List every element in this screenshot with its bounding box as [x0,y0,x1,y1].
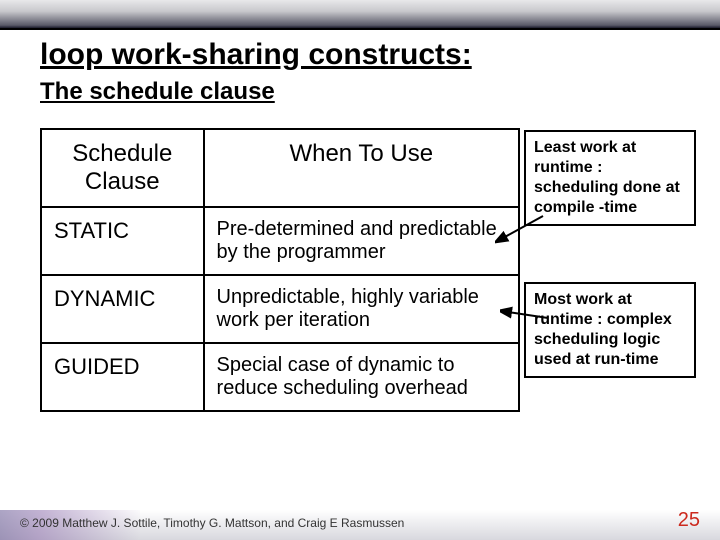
cell-clause-dynamic: DYNAMIC [41,275,204,343]
header-when-to-use: When To Use [204,129,519,207]
header-schedule-clause: Schedule Clause [41,129,204,207]
cell-clause-guided: GUIDED [41,343,204,411]
cell-use-static: Pre-determined and predictable by the pr… [204,207,519,275]
schedule-table: Schedule Clause When To Use STATIC Pre-d… [40,128,520,412]
table-row: DYNAMIC Unpredictable, highly variable w… [41,275,519,343]
callout-box-most-work: Most work at runtime : complex schedulin… [524,282,696,378]
footer-copyright: © 2009 Matthew J. Sottile, Timothy G. Ma… [20,516,404,530]
table-row: GUIDED Special case of dynamic to reduce… [41,343,519,411]
slide-title: loop work-sharing constructs: [40,38,472,72]
page-number: 25 [678,509,700,532]
slide-subtitle: The schedule clause [40,78,275,106]
callout-box-least-work: Least work at runtime : scheduling done … [524,130,696,226]
cell-clause-static: STATIC [41,207,204,275]
top-decoration-bar [0,0,720,28]
cell-use-dynamic: Unpredictable, highly variable work per … [204,275,519,343]
schedule-table-container: Schedule Clause When To Use STATIC Pre-d… [40,128,520,412]
cell-use-guided: Special case of dynamic to reduce schedu… [204,343,519,411]
table-header-row: Schedule Clause When To Use [41,129,519,207]
table-row: STATIC Pre-determined and predictable by… [41,207,519,275]
slide: loop work-sharing constructs: The schedu… [0,0,720,540]
